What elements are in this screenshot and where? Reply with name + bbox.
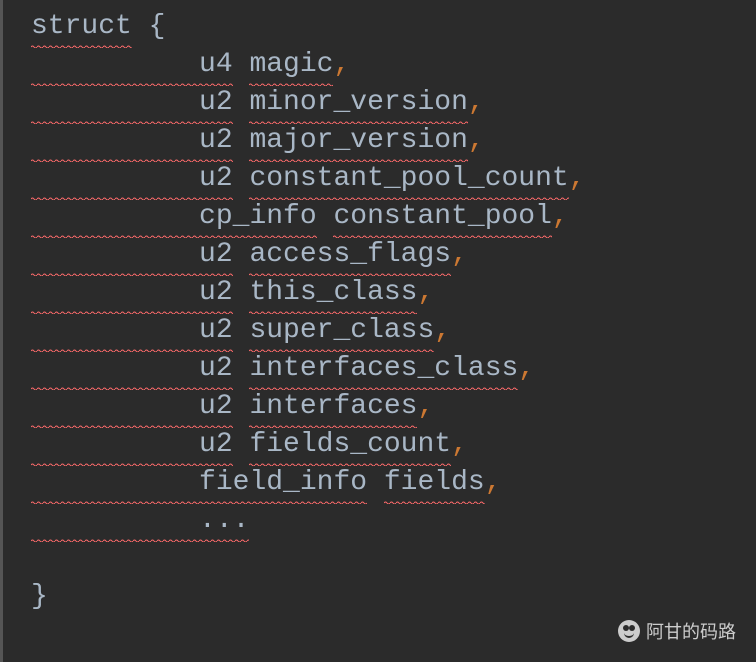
comma: , [417,391,434,422]
code-line-field: u2 super_class, [31,312,756,350]
field-type: u2 [199,122,233,160]
comma: , [434,315,451,346]
comma: , [569,163,586,194]
comma: , [451,429,468,460]
field-name: fields_count [249,426,451,464]
code-line-field: u2 interfaces, [31,388,756,426]
field-type: u2 [199,236,233,274]
comma: , [468,87,485,118]
code-line-field: u2 minor_version, [31,84,756,122]
open-brace: { [132,11,166,42]
wechat-icon [618,620,640,642]
code-line-close: } [31,578,756,616]
field-type: cp_info [199,198,317,236]
code-line-field: u2 this_class, [31,274,756,312]
field-type: u2 [199,84,233,122]
field-name: minor_version [249,84,467,122]
code-line-ellipsis: ... [31,502,756,540]
field-name: interfaces_class [249,350,518,388]
ellipsis: ... [199,502,249,540]
code-editor[interactable]: struct { u4 magic, u2 minor_version, u2 … [0,0,756,662]
code-line-field: u2 access_flags, [31,236,756,274]
field-name: major_version [249,122,467,160]
code-line-field: u2 major_version, [31,122,756,160]
comma: , [518,353,535,384]
comma: , [333,49,350,80]
code-line-empty [31,540,756,578]
comma: , [552,201,569,232]
field-name: this_class [249,274,417,312]
field-type: u4 [199,46,233,84]
field-name: interfaces [249,388,417,426]
code-line-struct: struct { [31,8,756,46]
close-brace: } [31,581,48,612]
field-name: fields [384,464,485,502]
comma: , [485,467,502,498]
watermark: 阿甘的码路 [618,618,736,644]
watermark-text: 阿甘的码路 [646,618,736,644]
comma: , [468,125,485,156]
field-type: u2 [199,274,233,312]
field-type: u2 [199,388,233,426]
field-type: u2 [199,426,233,464]
code-line-field: field_info fields, [31,464,756,502]
code-line-field: cp_info constant_pool, [31,198,756,236]
code-line-field: u2 fields_count, [31,426,756,464]
field-type: field_info [199,464,367,502]
comma: , [417,277,434,308]
field-name: super_class [249,312,434,350]
field-name: constant_pool_count [249,160,568,198]
field-name: constant_pool [333,198,551,236]
code-line-field: u2 constant_pool_count, [31,160,756,198]
field-name: magic [249,46,333,84]
code-line-field: u4 magic, [31,46,756,84]
comma: , [451,239,468,270]
code-line-field: u2 interfaces_class, [31,350,756,388]
keyword-struct: struct [31,8,132,46]
field-name: access_flags [249,236,451,274]
field-type: u2 [199,312,233,350]
field-type: u2 [199,350,233,388]
field-type: u2 [199,160,233,198]
